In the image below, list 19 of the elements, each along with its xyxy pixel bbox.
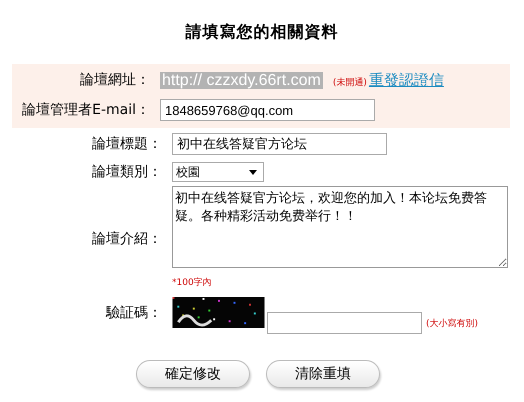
text-area[interactable]: 初中在线答疑官方论坛，欢迎您的加入！本论坛免费答疑。各种精彩活动免费举行！！	[172, 186, 508, 268]
category-select[interactable]: 校園	[172, 162, 264, 182]
form-button[interactable]: 清除重填	[266, 360, 380, 388]
hint-text: (大小寫有別)	[426, 318, 478, 330]
input-field[interactable]: 初中在线答疑官方论坛	[172, 133, 387, 155]
status-text: (未開通)	[332, 78, 367, 88]
field-label: 驗証碼：	[104, 304, 162, 322]
input-field[interactable]: 1848659768@qq.com	[160, 99, 375, 121]
captcha-field[interactable]	[267, 312, 422, 334]
field-label: 論壇類別：	[91, 163, 162, 181]
field-label: 論壇標題：	[91, 135, 162, 153]
url-text: http:// czzxdy.66rt.com	[160, 72, 323, 88]
field-label: 論壇網址：	[79, 71, 150, 89]
caret-icon	[249, 170, 257, 174]
note-text: *100字內	[172, 276, 212, 289]
field-label: 論壇介紹：	[91, 230, 162, 248]
form-button[interactable]: 確定修改	[136, 360, 250, 388]
page-title: 請填寫您的相關資料	[184, 21, 340, 42]
field-label: 論壇管理者E-mail：	[21, 101, 150, 119]
